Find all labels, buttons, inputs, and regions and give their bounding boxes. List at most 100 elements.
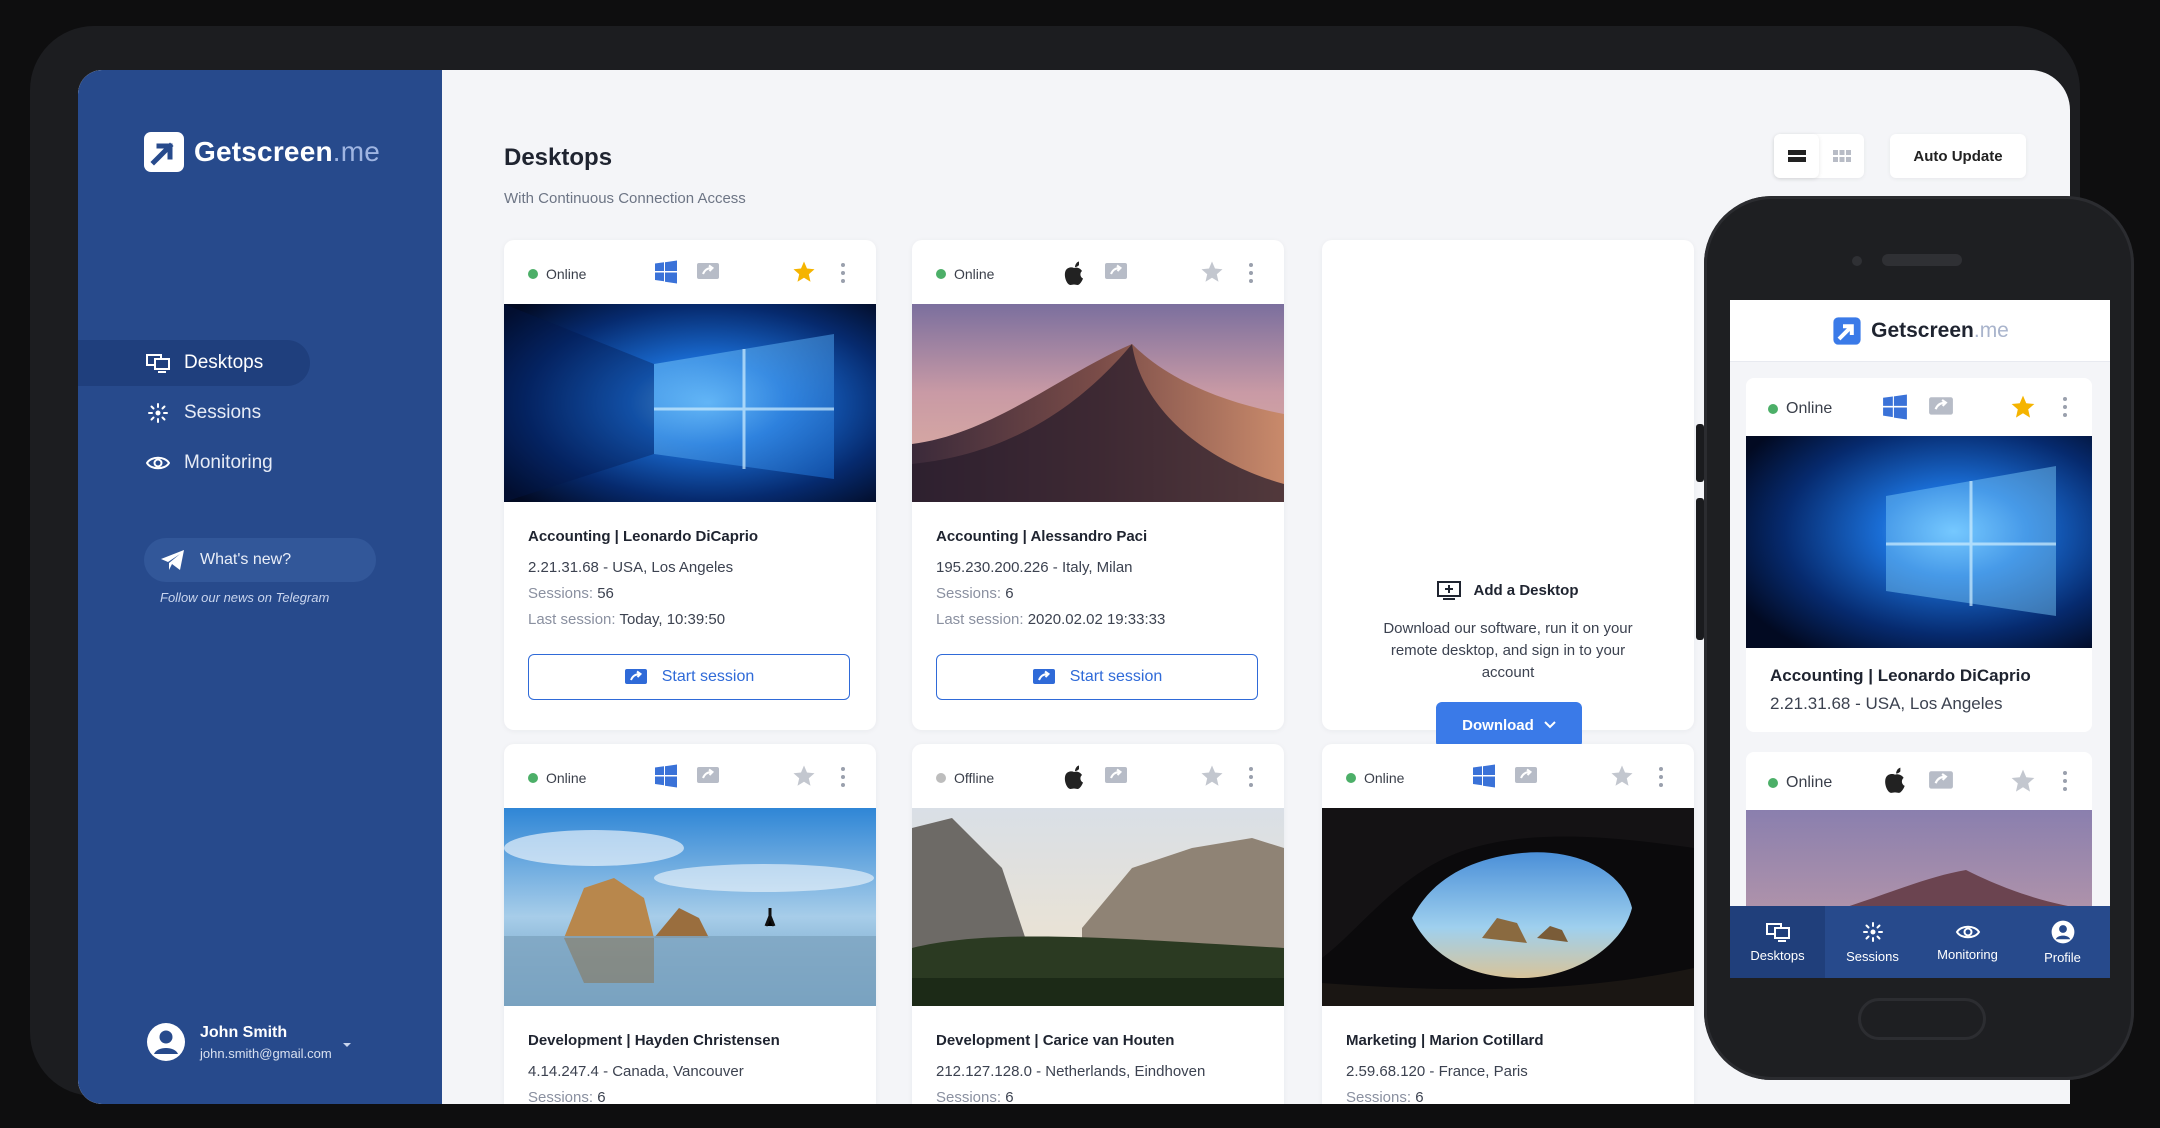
remote-access-icon [1032,669,1055,684]
windows-icon [1883,394,1907,420]
avatar [147,1023,185,1061]
sidebar-item-desktops[interactable]: Desktops [78,340,310,386]
online-dot [1346,773,1356,783]
add-desktop-title: Add a Desktop [1322,580,1694,600]
user-profile[interactable]: John Smith john.smith@gmail.com [146,1022,332,1062]
more-options-icon[interactable] [840,262,846,284]
star-icon[interactable] [1610,764,1634,788]
status-badge: Online [528,266,586,282]
chevron-down-icon [1544,721,1556,729]
remote-access-icon[interactable] [1928,396,1954,418]
phone-side-button [1696,498,1704,640]
logo-text: Getscreen.me [1871,318,2009,342]
sidebar-item-label: Sessions [184,402,262,423]
star-icon[interactable] [792,260,816,284]
remote-access-icon[interactable] [1514,766,1538,786]
star-icon[interactable] [2010,768,2036,794]
apple-icon [1064,261,1083,285]
monitoring-icon [146,456,170,470]
mobile-tab-bar: Desktops Sessions Monitoring Profile [1730,906,2110,978]
profile-icon [2051,920,2074,943]
tab-profile[interactable]: Profile [2015,906,2110,978]
desktop-card[interactable]: Online Marketing | Marion Cotillard 2.59… [1322,744,1694,1104]
grid-view-button[interactable] [1819,134,1864,178]
logo-text: Getscreen.me [194,136,381,167]
star-icon[interactable] [1200,260,1224,284]
remote-access-icon [624,669,647,684]
page-subtitle: With Continuous Connection Access [504,190,746,207]
sidebar-item-monitoring[interactable]: Monitoring [78,440,442,486]
desktop-thumbnail [504,304,876,502]
status-badge: Offline [936,770,994,786]
mobile-desktop-card[interactable]: Online Accounting | Leonardo DiCaprio 2.… [1746,378,2092,732]
sessions-icon [1862,921,1883,942]
desktop-address: 2.21.31.68 - USA, Los Angeles [1770,694,2003,713]
user-email: john.smith@gmail.com [200,1045,332,1061]
logo-icon [1833,316,1861,345]
desktop-address: 195.230.200.226 - Italy, Milan [936,559,1133,576]
phone-speaker [1882,254,1962,266]
online-dot [528,773,538,783]
download-button[interactable]: Download [1436,702,1582,748]
star-icon[interactable] [2010,394,2036,420]
logo-icon [144,132,184,172]
desktop-address: 2.59.68.120 - France, Paris [1346,1063,1528,1080]
chevron-down-icon[interactable] [342,1042,352,1048]
star-icon[interactable] [1200,764,1224,788]
page-title: Desktops [504,144,613,171]
sidebar-item-sessions[interactable]: Sessions [78,390,442,436]
sessions-count: Sessions: 6 [1346,1089,1424,1104]
remote-access-icon[interactable] [696,262,720,282]
grid-view-icon [1832,150,1851,162]
start-session-button[interactable]: Start session [528,654,850,700]
sessions-count: Sessions: 6 [936,1089,1014,1104]
sessions-count: Sessions: 6 [936,585,1014,602]
mobile-header: Getscreen.me [1730,300,2110,362]
tab-desktops[interactable]: Desktops [1730,906,1825,978]
status-badge: Online [528,770,586,786]
desktop-card[interactable]: Online Accounting | Leonardo DiCaprio 2.… [504,240,876,730]
view-toggle [1774,134,1864,178]
sidebar: Getscreen.me Desktops Sessions Monitorin… [78,70,442,1104]
whats-new-button[interactable]: What's new? [144,538,376,582]
status-badge: Online [1346,770,1404,786]
online-dot [1768,404,1778,414]
tab-sessions[interactable]: Sessions [1825,906,1920,978]
remote-access-icon[interactable] [1104,766,1128,786]
whats-new-label: What's new? [200,551,292,568]
desktop-card[interactable]: Online Accounting | Alessandro Paci 195.… [912,240,1284,730]
desktops-icon [146,354,170,373]
desktop-title: Development | Hayden Christensen [528,1032,780,1049]
phone-home-button [1858,998,1986,1040]
desktop-card[interactable]: Online Development | Hayden Christensen … [504,744,876,1104]
desktop-card[interactable]: Offline Development | Carice van Houten … [912,744,1284,1104]
tab-monitoring[interactable]: Monitoring [1920,906,2015,978]
desktop-thumbnail [912,304,1284,502]
remote-access-icon[interactable] [1928,770,1954,792]
remote-access-icon[interactable] [696,766,720,786]
apple-icon [1885,767,1905,793]
desktop-title: Accounting | Leonardo DiCaprio [1770,666,2031,685]
remote-access-icon[interactable] [1104,262,1128,282]
logo[interactable]: Getscreen.me [144,132,380,172]
desktop-thumbnail [1746,436,2092,648]
start-session-button[interactable]: Start session [936,654,1258,700]
more-options-icon[interactable] [2062,770,2068,792]
telegram-icon [161,550,184,570]
sessions-count: Sessions: 6 [528,1089,606,1104]
list-view-icon [1787,150,1806,162]
offline-dot [936,773,946,783]
user-name: John Smith [200,1023,288,1041]
star-icon[interactable] [792,764,816,788]
status-badge: Online [1768,774,1832,792]
auto-update-button[interactable]: Auto Update [1890,134,2026,178]
more-options-icon[interactable] [1248,262,1254,284]
online-dot [528,269,538,279]
more-options-icon[interactable] [1248,766,1254,788]
more-options-icon[interactable] [1658,766,1664,788]
more-options-icon[interactable] [2062,396,2068,418]
online-dot [1768,778,1778,788]
desktop-title: Development | Carice van Houten [936,1032,1175,1049]
more-options-icon[interactable] [840,766,846,788]
list-view-button[interactable] [1774,134,1819,178]
